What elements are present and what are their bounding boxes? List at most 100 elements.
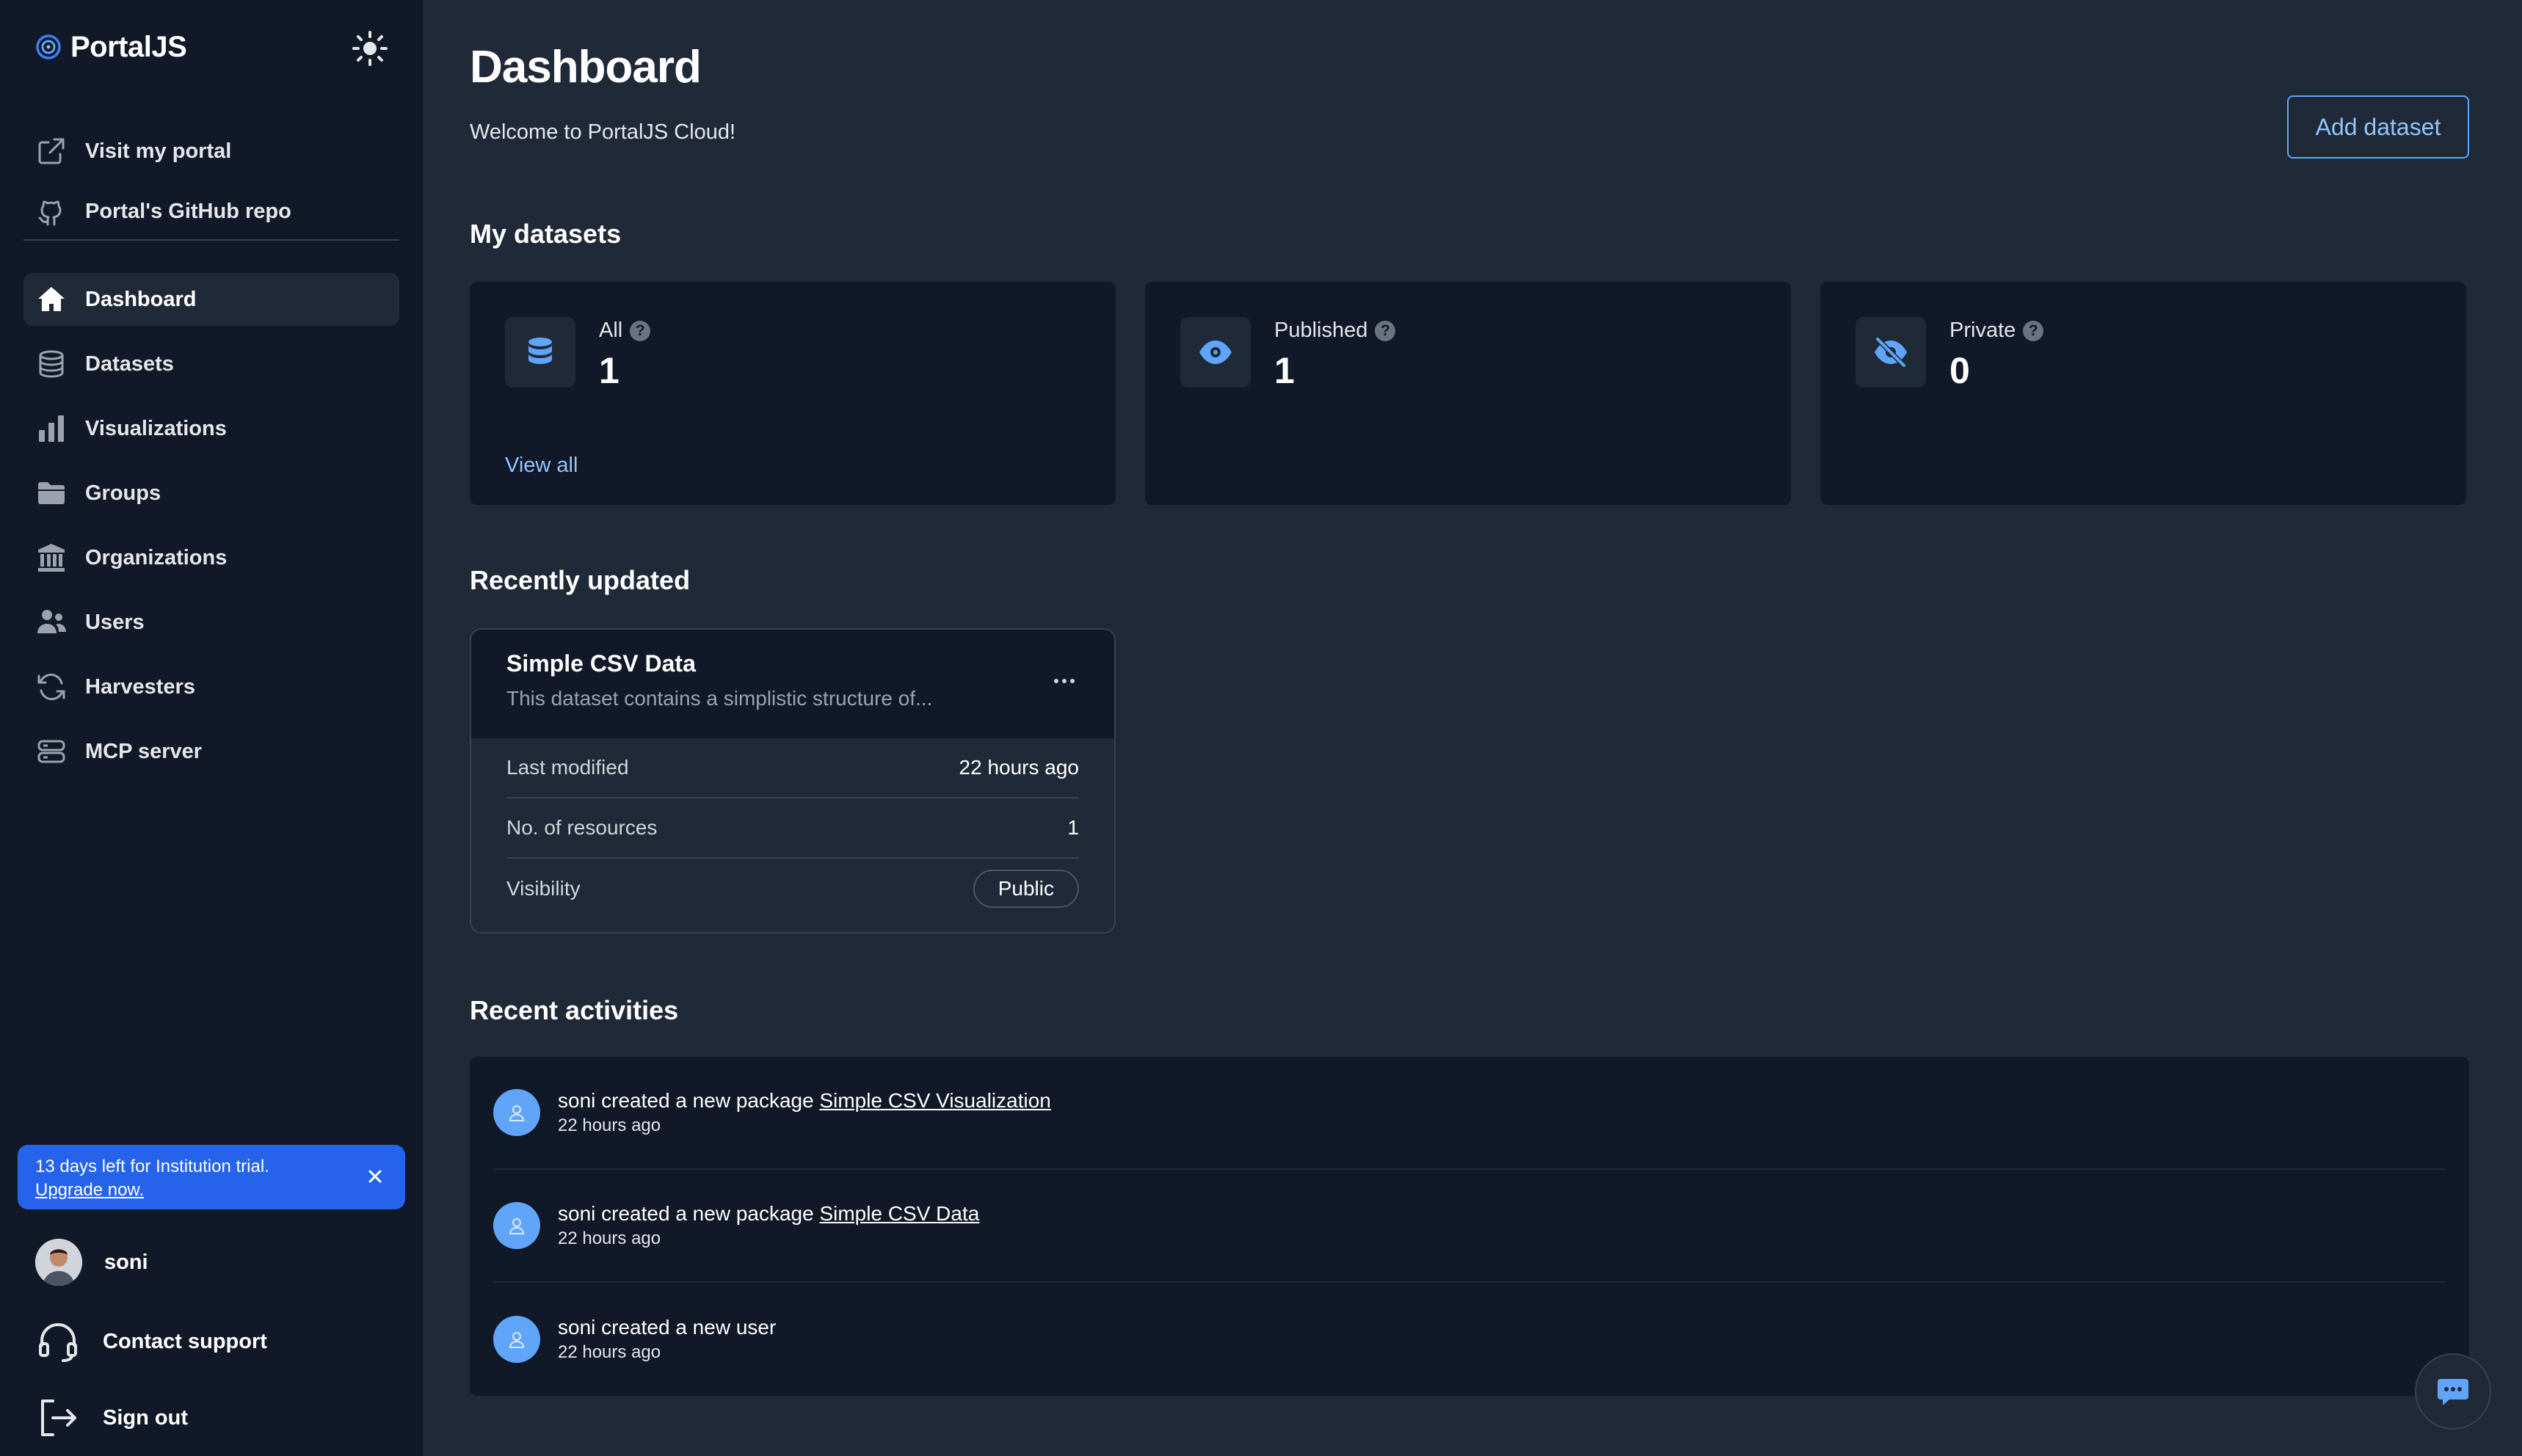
activity-text: soni created a new package Simple CSV Da… (558, 1201, 979, 1227)
stat-value: 1 (1274, 350, 1295, 391)
sign-out-label: Sign out (103, 1405, 188, 1430)
user-avatar-icon (493, 1202, 540, 1249)
activity-link[interactable]: Simple CSV Data (819, 1202, 979, 1225)
trial-text: 13 days left for Institution trial. (35, 1157, 269, 1176)
detail-label: Visibility (506, 877, 581, 900)
activity-content: soni created a new package Simple CSV Da… (558, 1201, 979, 1251)
github-repo-link[interactable]: Portal's GitHub repo (23, 185, 399, 238)
sidebar-divider (23, 239, 399, 241)
visit-portal-link[interactable]: Visit my portal (23, 125, 399, 178)
trial-banner: 13 days left for Institution trial. Upgr… (18, 1145, 405, 1209)
more-options-button[interactable] (1050, 666, 1079, 696)
sidebar-item-dashboard[interactable]: Dashboard (23, 273, 399, 326)
eye-slash-icon (1875, 337, 1907, 368)
sidebar-item-users[interactable]: Users (23, 596, 399, 649)
stat-icon-box (505, 317, 575, 387)
database-icon (39, 350, 64, 378)
detail-value: 22 hours ago (959, 756, 1079, 779)
recent-dataset-card[interactable]: Simple CSV Data This dataset contains a … (470, 628, 1116, 933)
activity-link[interactable]: Simple CSV Visualization (819, 1089, 1050, 1112)
sidebar-item-label: Dashboard (85, 287, 197, 311)
activity-message: soni created a new package (558, 1089, 820, 1112)
eye-icon (1199, 341, 1232, 364)
folder-icon (38, 482, 65, 504)
recent-card-header: Simple CSV Data This dataset contains a … (471, 630, 1114, 738)
activity-item: soni created a new package Simple CSV Vi… (493, 1057, 2446, 1170)
help-icon[interactable]: ? (1375, 320, 1396, 341)
activity-time: 22 hours ago (558, 1342, 661, 1362)
activity-text: soni created a new package Simple CSV Vi… (558, 1088, 1051, 1114)
stat-value: 0 (1949, 350, 1970, 391)
brand[interactable]: PortalJS (35, 28, 187, 66)
activity-item: soni created a new user 22 hours ago (493, 1283, 2446, 1396)
dataset-description: This dataset contains a simplistic struc… (506, 687, 933, 710)
server-icon (37, 740, 65, 763)
building-icon (38, 544, 65, 572)
activity-time: 22 hours ago (558, 1228, 661, 1248)
stat-card-private: Private ? 0 (1820, 282, 2466, 505)
activities-list: soni created a new package Simple CSV Vi… (470, 1057, 2469, 1396)
sidebar-item-label: Harvesters (85, 674, 195, 699)
detail-value: 1 (1067, 816, 1079, 839)
theme-toggle[interactable] (348, 26, 392, 70)
user-avatar-icon (493, 1316, 540, 1363)
stat-card-published: Published ? 1 (1145, 282, 1791, 505)
external-link-icon (38, 138, 65, 164)
sidebar: PortalJS Visit my portal Portal's GitHub… (0, 0, 423, 1456)
users-icon (37, 610, 66, 633)
activity-message: soni created a new package (558, 1202, 820, 1225)
dataset-title[interactable]: Simple CSV Data (506, 650, 696, 677)
stat-label: All ? (599, 318, 651, 343)
help-icon[interactable]: ? (630, 320, 651, 341)
sign-out-icon (41, 1399, 76, 1436)
home-icon (38, 287, 65, 311)
sidebar-item-harvesters[interactable]: Harvesters (23, 660, 399, 713)
user-profile[interactable]: soni (35, 1237, 148, 1287)
my-datasets-heading: My datasets (470, 219, 622, 249)
help-icon[interactable]: ? (2023, 320, 2044, 341)
user-name: soni (104, 1250, 148, 1274)
contact-support-label: Contact support (103, 1329, 267, 1353)
stat-label: Published ? (1274, 318, 1396, 343)
activity-time: 22 hours ago (558, 1115, 661, 1135)
recent-card-details: Last modified 22 hours ago No. of resour… (471, 738, 1114, 932)
sidebar-item-label: Datasets (85, 352, 174, 376)
portaljs-logo-icon (36, 34, 61, 59)
view-all-link[interactable]: View all (505, 454, 578, 478)
sidebar-item-organizations[interactable]: Organizations (23, 531, 399, 584)
database-icon (528, 338, 552, 364)
sidebar-item-groups[interactable]: Groups (23, 467, 399, 520)
sidebar-item-mcp-server[interactable]: MCP server (23, 725, 399, 778)
visibility-badge: Public (973, 870, 1079, 908)
sidebar-item-datasets[interactable]: Datasets (23, 338, 399, 390)
activity-text: soni created a new user (558, 1314, 776, 1341)
detail-row: Visibility Public (506, 859, 1079, 919)
sidebar-item-visualizations[interactable]: Visualizations (23, 402, 399, 455)
visit-portal-label: Visit my portal (85, 139, 232, 163)
avatar (35, 1239, 82, 1286)
sidebar-item-label: MCP server (85, 739, 203, 763)
detail-label: No. of resources (506, 816, 658, 839)
close-icon[interactable] (364, 1165, 386, 1187)
sidebar-item-label: Organizations (85, 545, 228, 569)
ellipsis-icon (1054, 679, 1075, 683)
sun-icon (352, 31, 388, 66)
bar-chart-icon (39, 415, 64, 442)
stat-icon-box (1856, 317, 1926, 387)
activity-item: soni created a new package Simple CSV Da… (493, 1170, 2446, 1283)
contact-support-link[interactable]: Contact support (35, 1318, 267, 1365)
activity-content: soni created a new user 22 hours ago (558, 1314, 776, 1364)
stat-card-all: All ? 1 View all (470, 282, 1116, 505)
activity-message: soni created a new user (558, 1316, 777, 1339)
chat-widget-button[interactable] (2415, 1353, 2491, 1430)
user-avatar-icon (493, 1089, 540, 1136)
detail-row: No. of resources 1 (506, 798, 1079, 859)
add-dataset-button[interactable]: Add dataset (2287, 95, 2469, 159)
github-repo-label: Portal's GitHub repo (85, 199, 291, 223)
sign-out-link[interactable]: Sign out (35, 1394, 188, 1441)
brand-name: PortalJS (70, 30, 187, 63)
upgrade-link[interactable]: Upgrade now. (35, 1179, 388, 1202)
refresh-icon (37, 673, 65, 701)
sidebar-item-label: Users (85, 610, 145, 634)
stat-label-text: Private (1949, 318, 2016, 342)
